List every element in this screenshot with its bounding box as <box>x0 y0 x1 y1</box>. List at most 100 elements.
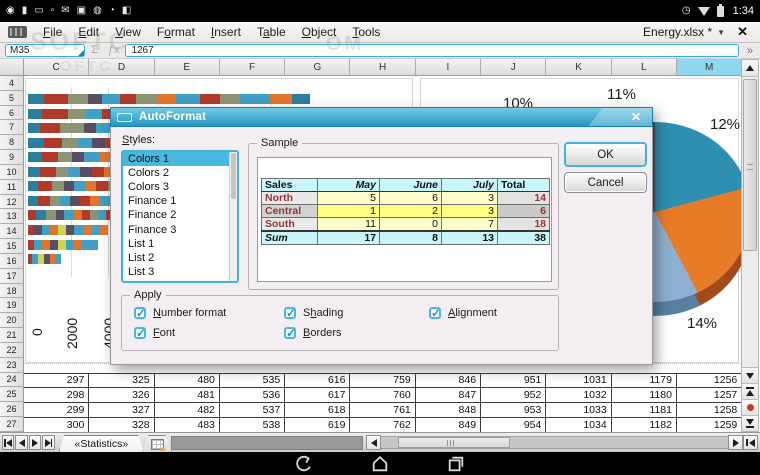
cell[interactable]: 1256 <box>676 373 741 388</box>
cell[interactable]: 617 <box>285 387 351 403</box>
menu-insert[interactable]: Insert <box>203 23 249 41</box>
split-view-button[interactable] <box>743 435 759 450</box>
cell[interactable]: 480 <box>154 373 220 388</box>
cell[interactable]: 616 <box>285 373 351 388</box>
checkbox-shading[interactable]: Shading <box>284 306 429 320</box>
menu-format[interactable]: Format <box>149 23 203 41</box>
style-option[interactable]: Finance 3 <box>123 222 237 236</box>
cell[interactable]: 760 <box>350 387 416 403</box>
cell[interactable]: 1032 <box>546 387 612 403</box>
cell[interactable]: 481 <box>154 387 220 403</box>
column-header-F[interactable]: F <box>219 59 286 76</box>
cell[interactable]: 299 <box>24 402 90 418</box>
row-header-25[interactable]: 25 <box>0 387 24 403</box>
menu-table[interactable]: Table <box>249 23 294 41</box>
column-header-H[interactable]: H <box>350 59 416 76</box>
cell[interactable]: 482 <box>154 402 220 418</box>
cell[interactable]: 1257 <box>676 387 741 403</box>
style-option[interactable]: List 1 <box>123 237 237 251</box>
next-sheet-button[interactable] <box>28 435 42 450</box>
cell[interactable]: 1179 <box>611 373 677 388</box>
row-header-21[interactable]: 21 <box>0 328 24 343</box>
previous-sheet-button[interactable] <box>15 435 28 450</box>
chevron-down-icon[interactable]: ▼ <box>717 28 725 37</box>
row-header-14[interactable]: 14 <box>0 224 24 240</box>
column-header-J[interactable]: J <box>481 59 547 76</box>
horizontal-scroll-track[interactable] <box>381 436 729 449</box>
cell[interactable]: 762 <box>350 417 416 432</box>
row-header-6[interactable]: 6 <box>0 105 24 121</box>
listbox-scrollbar[interactable] <box>229 152 237 281</box>
cell-reference-box[interactable]: M35 <box>5 44 85 57</box>
cell[interactable]: 327 <box>89 402 155 418</box>
cell[interactable]: 846 <box>415 373 482 388</box>
row-header-19[interactable]: 19 <box>0 298 24 314</box>
function-icon[interactable]: ƒx <box>108 45 120 56</box>
insert-sheet-tab[interactable] <box>142 435 172 452</box>
column-header-K[interactable]: K <box>546 59 612 76</box>
back-icon[interactable] <box>295 455 313 473</box>
checkbox-borders[interactable]: Borders <box>284 326 429 340</box>
formula-bar-expand-button[interactable]: » <box>745 45 755 57</box>
cell[interactable]: 953 <box>481 402 547 418</box>
column-header-M[interactable]: M <box>676 59 743 76</box>
menu-view[interactable]: View <box>107 23 149 41</box>
checkbox-number-format[interactable]: Number format <box>134 306 284 320</box>
cell[interactable]: 1033 <box>546 402 612 418</box>
next-page-button[interactable] <box>742 415 758 431</box>
style-option[interactable]: Colors 3 <box>123 180 237 194</box>
first-sheet-button[interactable] <box>2 435 15 450</box>
column-header-G[interactable]: G <box>285 59 351 76</box>
sum-icon[interactable]: Σ <box>91 45 98 56</box>
style-option[interactable]: Finance 1 <box>123 194 237 208</box>
row-header-23[interactable]: 23 <box>0 357 24 373</box>
cancel-button[interactable]: Cancel <box>564 172 647 193</box>
row-header-24[interactable]: 24 <box>0 372 24 388</box>
close-document-button[interactable]: ✕ <box>731 24 754 40</box>
cell[interactable]: 618 <box>285 402 351 418</box>
row-header-4[interactable]: 4 <box>0 76 24 91</box>
recents-icon[interactable] <box>447 455 465 473</box>
scroll-left-button[interactable] <box>366 435 382 450</box>
styles-listbox[interactable]: Colors 1 Colors 2 Colors 3 Finance 1 Finance… <box>121 150 239 283</box>
row-header-7[interactable]: 7 <box>0 120 24 136</box>
cell[interactable]: 951 <box>481 373 547 388</box>
column-header-E[interactable]: E <box>154 59 220 76</box>
menu-file[interactable]: File <box>35 23 70 41</box>
row-header-22[interactable]: 22 <box>0 342 24 358</box>
keyboard-icon[interactable] <box>8 26 27 38</box>
row-header-12[interactable]: 12 <box>0 194 24 210</box>
row-header-15[interactable]: 15 <box>0 239 24 254</box>
column-header-C[interactable]: C <box>24 59 90 76</box>
cell[interactable]: 848 <box>415 402 482 418</box>
cell[interactable]: 538 <box>219 417 286 432</box>
cell[interactable]: 849 <box>415 417 482 432</box>
cell[interactable]: 1258 <box>676 402 741 418</box>
navigation-button[interactable] <box>742 399 758 415</box>
horizontal-scroll-thumb[interactable] <box>398 437 511 448</box>
cell[interactable]: 537 <box>219 402 286 418</box>
menu-tools[interactable]: Tools <box>344 23 388 41</box>
row-header-20[interactable]: 20 <box>0 313 24 329</box>
style-option[interactable]: Finance 2 <box>123 208 237 222</box>
scroll-up-button[interactable] <box>742 60 758 77</box>
menu-object[interactable]: Object <box>294 23 345 41</box>
listbox-scroll-thumb[interactable] <box>231 153 236 199</box>
cell[interactable]: 761 <box>350 402 416 418</box>
scroll-right-button[interactable] <box>728 435 744 450</box>
home-icon[interactable] <box>371 455 389 473</box>
cell[interactable]: 1180 <box>611 387 677 403</box>
vertical-scroll-thumb[interactable] <box>743 79 757 251</box>
row-header-5[interactable]: 5 <box>0 90 24 106</box>
vertical-scroll-track[interactable] <box>742 77 758 367</box>
column-header-L[interactable]: L <box>611 59 677 76</box>
cell[interactable]: 1259 <box>676 417 741 432</box>
style-option[interactable]: List 3 <box>123 265 237 279</box>
cell[interactable]: 483 <box>154 417 220 432</box>
cell[interactable]: 1031 <box>546 373 612 388</box>
checkbox-alignment[interactable]: Alignment <box>429 306 497 320</box>
cell[interactable]: 326 <box>89 387 155 403</box>
cell[interactable]: 952 <box>481 387 547 403</box>
cell[interactable]: 300 <box>24 417 90 432</box>
cell[interactable]: 536 <box>219 387 286 403</box>
